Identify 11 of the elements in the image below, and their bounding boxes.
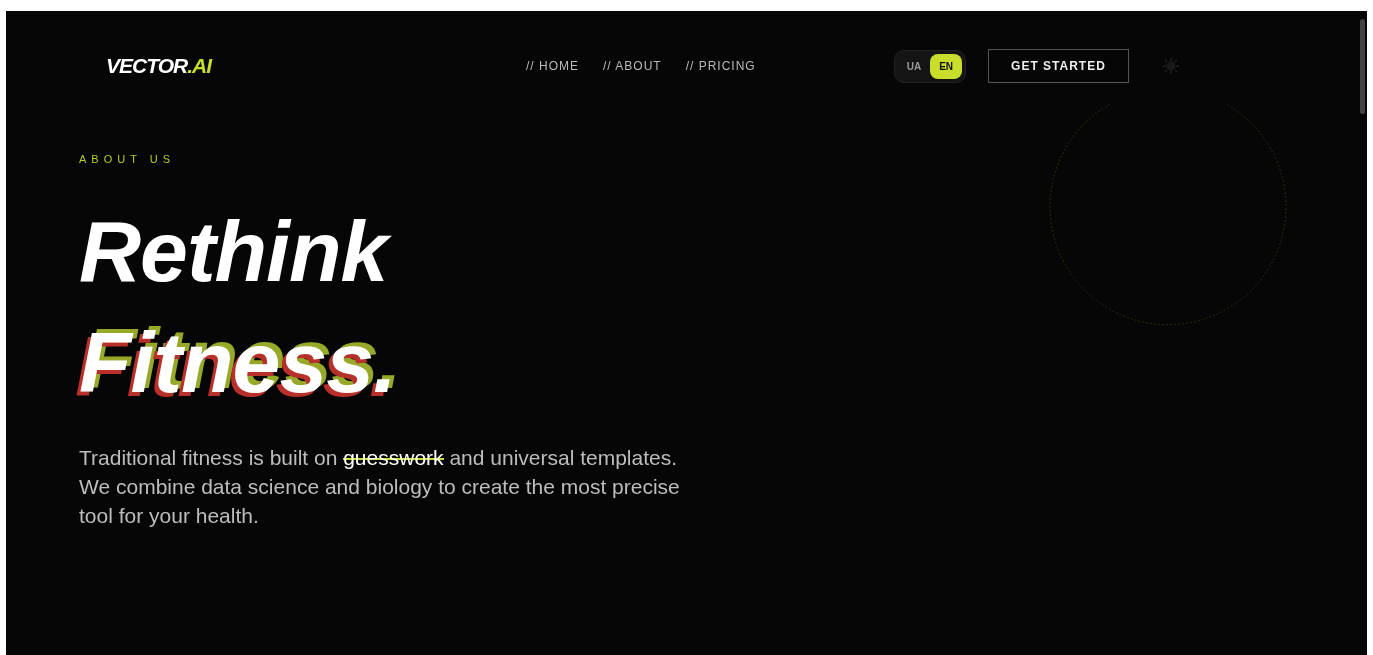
scrollbar[interactable] [1360, 19, 1365, 114]
headline: Rethink [79, 207, 1367, 294]
nav-link[interactable]: // PRICING [685, 57, 756, 75]
headline: Fitness. [79, 318, 397, 405]
eyebrow-label: ABOUT US [79, 152, 177, 167]
nav-link[interactable]: // ABOUT [603, 57, 662, 75]
language-option[interactable]: EN [930, 53, 963, 79]
get-started-button[interactable]: GET STARTED [988, 49, 1129, 83]
language-option[interactable]: UA [897, 53, 931, 79]
logo[interactable]: VECTOR.AI [106, 50, 211, 82]
nav-link[interactable]: // HOME [526, 57, 579, 75]
